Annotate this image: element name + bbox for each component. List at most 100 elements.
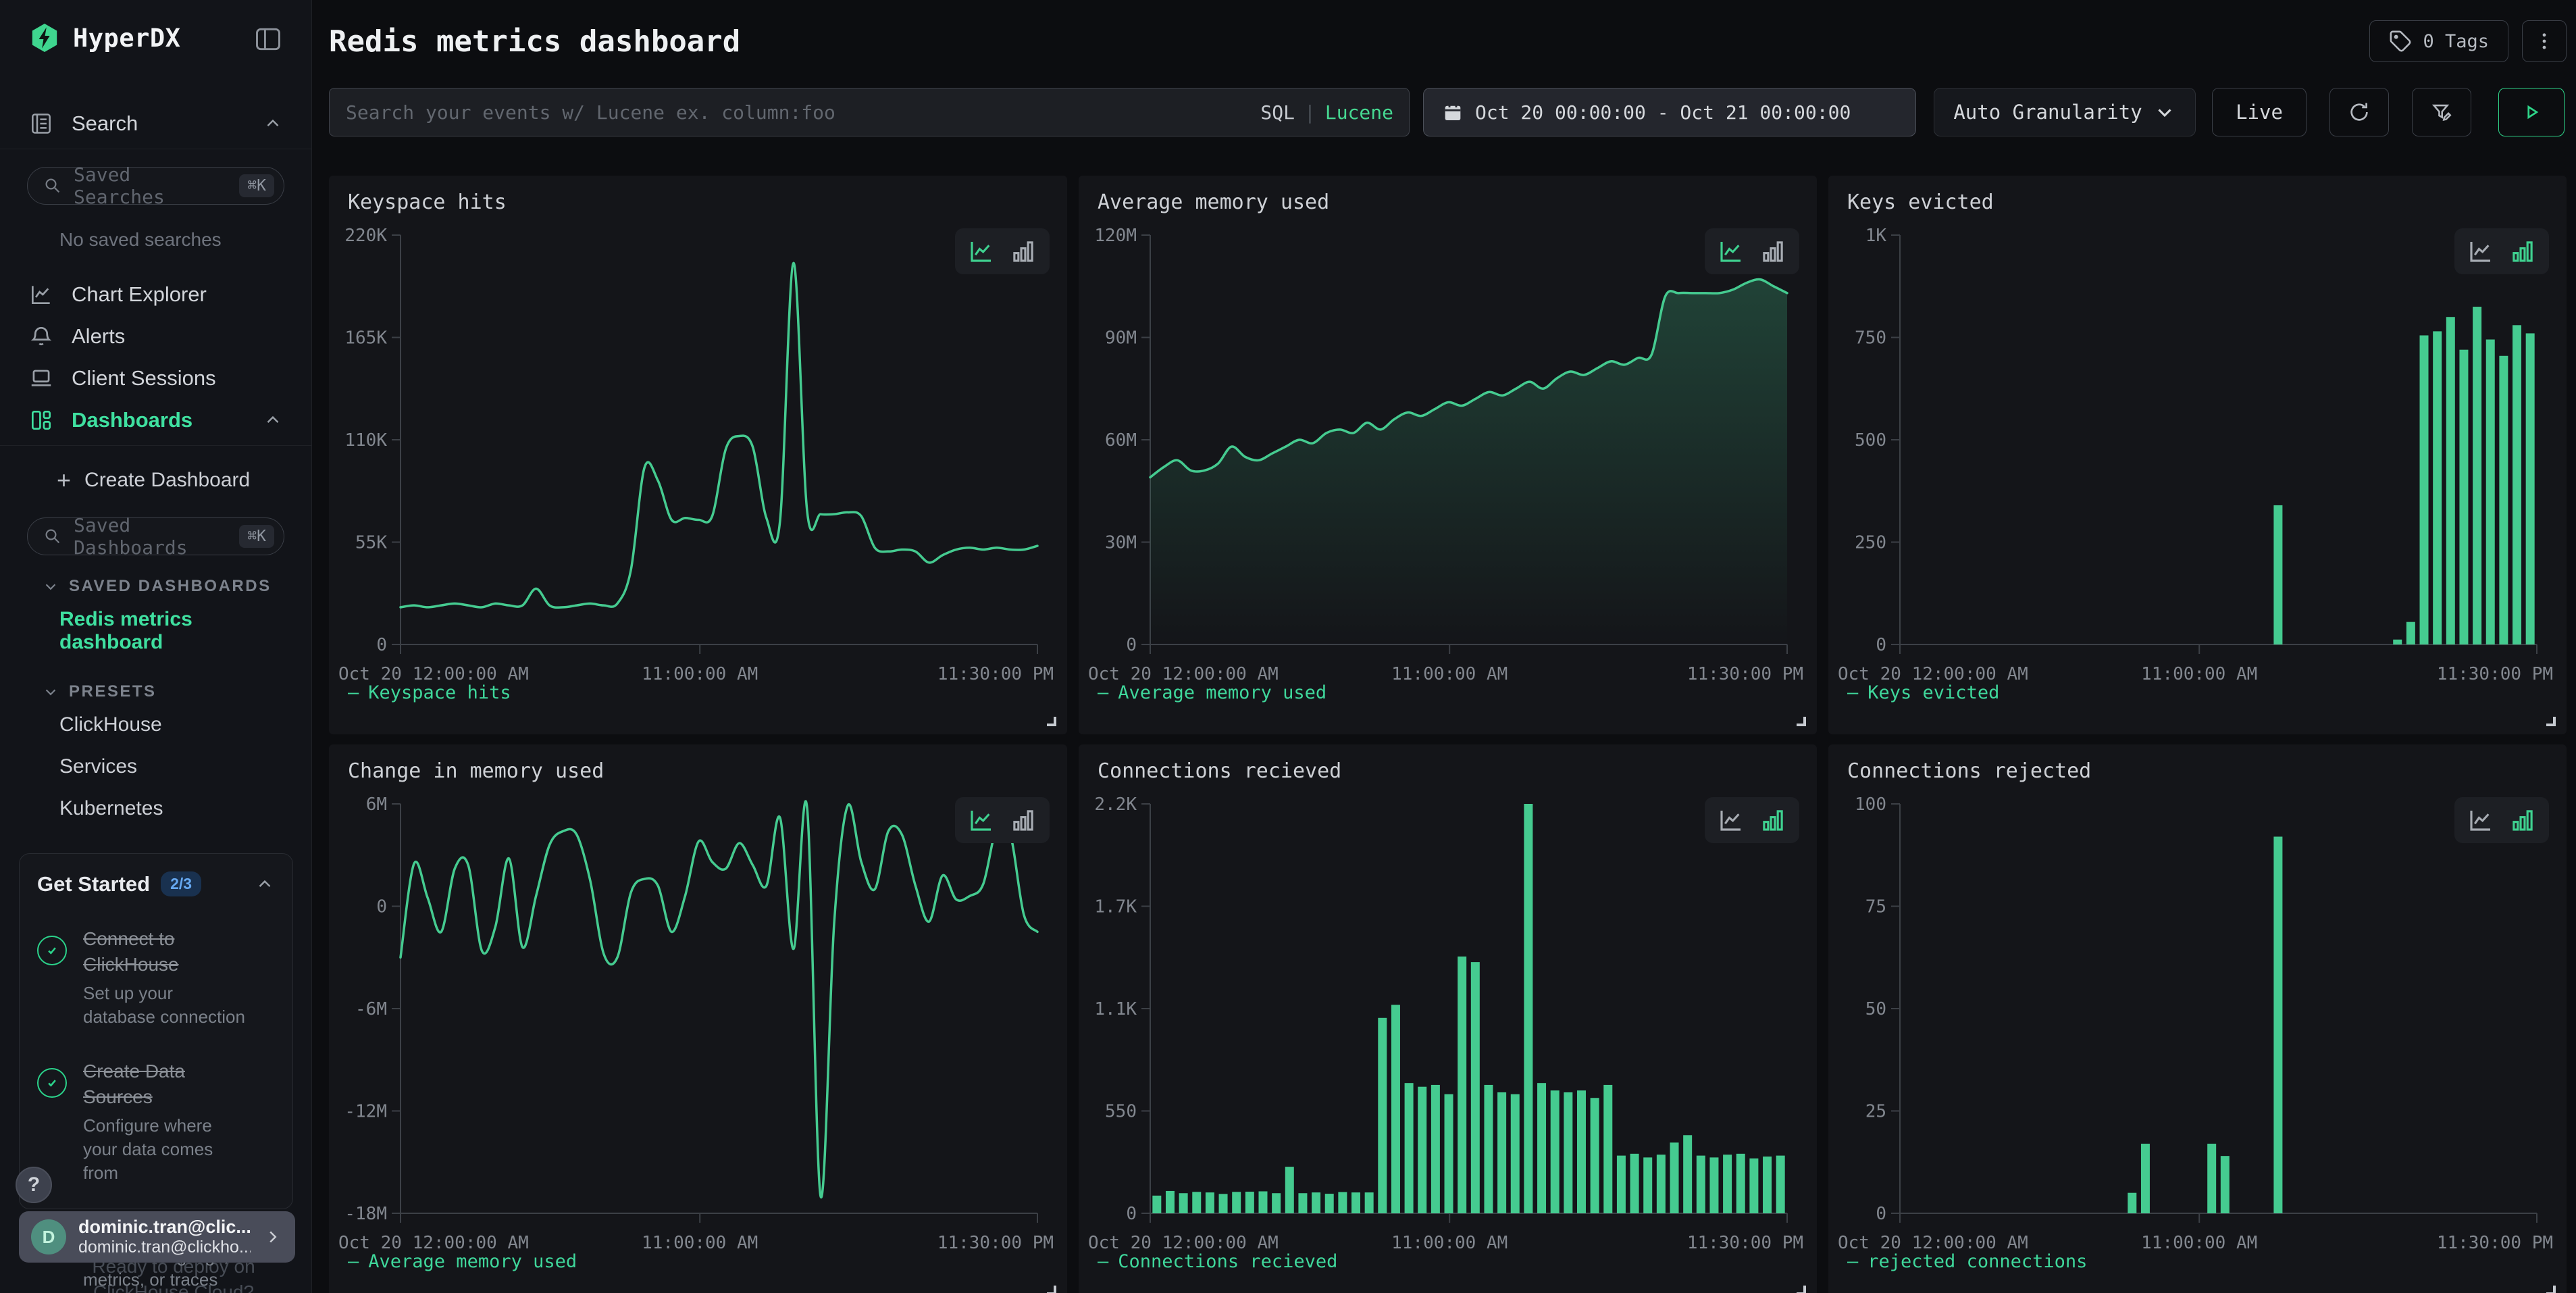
presets-header[interactable]: PRESETS — [0, 682, 311, 701]
query-language-switch[interactable]: SQL | Lucene — [1260, 88, 1393, 136]
resize-handle[interactable] — [1797, 1286, 1806, 1293]
resize-handle[interactable] — [1047, 1286, 1056, 1293]
step-title: Connect to ClickHouse — [83, 926, 238, 978]
sidebar-item-client-sessions[interactable]: Client Sessions — [0, 357, 311, 399]
saved-dashboards-header[interactable]: SAVED DASHBOARDS — [0, 577, 311, 596]
bar-chart-icon[interactable] — [2508, 806, 2537, 834]
no-saved-searches-text: No saved searches — [59, 229, 311, 251]
filter-button[interactable] — [2412, 88, 2471, 136]
svg-text:Oct 20 12:00:00 AM: Oct 20 12:00:00 AM — [338, 664, 529, 684]
svg-text:500: 500 — [1855, 430, 1886, 451]
shortcut-badge: ⌘K — [239, 525, 274, 548]
svg-text:250: 250 — [1855, 533, 1886, 553]
sidebar-collapse-icon[interactable] — [253, 24, 283, 51]
search-icon — [43, 176, 63, 196]
more-menu-button[interactable] — [2522, 20, 2567, 62]
svg-text:11:30:00 PM: 11:30:00 PM — [937, 1233, 1054, 1253]
resize-handle[interactable] — [1797, 717, 1806, 726]
granularity-label: Auto Granularity — [1953, 101, 2142, 124]
sidebar-item-search[interactable]: Search — [0, 103, 311, 145]
svg-text:220K: 220K — [344, 226, 387, 246]
chart-type-toggle — [1705, 228, 1799, 274]
chart-card-keyspace-hits: Keyspace hits 220K165K110K55K0Oct 20 12:… — [329, 176, 1067, 734]
bar-chart-icon[interactable] — [1009, 806, 1037, 834]
saved-searches-input[interactable]: Saved Searches ⌘K — [27, 167, 284, 205]
sidebar-item-clickhouse-preset[interactable]: ClickHouse — [0, 707, 311, 743]
svg-text:11:30:00 PM: 11:30:00 PM — [2437, 664, 2553, 684]
svg-text:-18M: -18M — [344, 1204, 387, 1224]
line-chart-icon[interactable] — [2467, 237, 2495, 265]
check-circle-icon — [37, 936, 67, 965]
tags-button[interactable]: 0 Tags — [2369, 20, 2508, 62]
lucene-toggle[interactable]: Lucene — [1325, 101, 1393, 124]
svg-text:11:30:00 PM: 11:30:00 PM — [2437, 1233, 2553, 1253]
live-button[interactable]: Live — [2212, 88, 2307, 136]
chart-type-toggle — [2454, 228, 2549, 274]
svg-text:0: 0 — [1876, 635, 1886, 655]
line-chart-icon[interactable] — [2467, 806, 2495, 834]
sidebar-item-dashboards[interactable]: Dashboards — [0, 399, 311, 441]
dashboard-grid: Keyspace hits 220K165K110K55K0Oct 20 12:… — [329, 176, 2567, 1293]
svg-text:11:00:00 AM: 11:00:00 AM — [642, 1233, 758, 1253]
line-chart-icon[interactable] — [967, 806, 996, 834]
play-icon — [2520, 101, 2543, 124]
resize-handle[interactable] — [1047, 717, 1056, 726]
svg-text:11:00:00 AM: 11:00:00 AM — [2141, 1233, 2257, 1253]
tags-label: 0 Tags — [2423, 31, 2489, 52]
get-started-panel: Get Started 2/3 Connect to ClickHouse Se… — [19, 853, 293, 1209]
check-circle-icon — [37, 1068, 67, 1098]
svg-text:0: 0 — [376, 635, 387, 655]
date-range-button[interactable]: Oct 20 00:00:00 - Oct 21 00:00:00 — [1423, 88, 1916, 136]
bar-chart-icon[interactable] — [1759, 806, 1787, 834]
sidebar-item-alerts[interactable]: Alerts — [0, 315, 311, 357]
chart-type-toggle — [2454, 797, 2549, 843]
svg-text:Oct 20 12:00:00 AM: Oct 20 12:00:00 AM — [1088, 664, 1279, 684]
svg-text:Oct 20 12:00:00 AM: Oct 20 12:00:00 AM — [1838, 1233, 2028, 1253]
event-search-input[interactable] — [329, 88, 1410, 136]
bar-chart-icon[interactable] — [2508, 237, 2537, 265]
user-menu[interactable]: D dominic.tran@clic... dominic.tran@clic… — [19, 1211, 295, 1263]
svg-text:11:00:00 AM: 11:00:00 AM — [1391, 664, 1508, 684]
sql-toggle[interactable]: SQL — [1260, 101, 1295, 124]
line-chart-icon[interactable] — [1717, 806, 1745, 834]
svg-text:1K: 1K — [1865, 226, 1887, 246]
sidebar-item-redis-dashboard[interactable]: Redis metrics dashboard — [0, 601, 311, 661]
chart-plot: 2.2K1.7K1.1K5500Oct 20 12:00:00 AM11:00:… — [1079, 785, 1817, 1266]
chart-legend: —Keyspace hits — [348, 682, 511, 703]
refresh-icon — [2348, 101, 2371, 124]
chart-title: Keyspace hits — [348, 191, 507, 214]
refresh-button[interactable] — [2329, 88, 2389, 136]
chevron-up-icon[interactable] — [255, 874, 275, 894]
get-started-step[interactable]: Connect to ClickHouse Set up your databa… — [37, 926, 275, 1029]
chart-card-connections-rejected: Connections rejected 1007550250Oct 20 12… — [1828, 744, 2567, 1293]
svg-text:60M: 60M — [1105, 430, 1137, 451]
resize-handle[interactable] — [2546, 717, 2556, 726]
sidebar-item-kubernetes-preset[interactable]: Kubernetes — [0, 790, 311, 827]
create-dashboard-button[interactable]: + Create Dashboard — [0, 461, 311, 500]
chart-type-toggle — [955, 228, 1050, 274]
chart-title: Keys evicted — [1847, 191, 1994, 214]
chart-legend: —Average memory used — [348, 1251, 577, 1272]
svg-text:Oct 20 12:00:00 AM: Oct 20 12:00:00 AM — [338, 1233, 529, 1253]
get-started-step[interactable]: Create Data Sources Configure where your… — [37, 1059, 275, 1185]
svg-text:90M: 90M — [1105, 328, 1137, 349]
chart-title: Average memory used — [1098, 191, 1329, 214]
chart-legend: —Connections recieved — [1098, 1251, 1337, 1272]
line-chart-icon[interactable] — [967, 237, 996, 265]
line-chart-icon[interactable] — [1717, 237, 1745, 265]
chevron-down-icon — [2153, 101, 2176, 124]
run-query-button[interactable] — [2498, 88, 2565, 136]
chart-plot: 1K7505002500Oct 20 12:00:00 AM11:00:00 A… — [1828, 216, 2567, 697]
logs-icon — [28, 111, 54, 136]
svg-text:120M: 120M — [1094, 226, 1137, 246]
sidebar-item-services-preset[interactable]: Services — [0, 749, 311, 785]
bar-chart-icon[interactable] — [1759, 237, 1787, 265]
sidebar-item-chart-explorer[interactable]: Chart Explorer — [0, 274, 311, 315]
chart-title: Connections rejected — [1847, 759, 2091, 783]
bar-chart-icon[interactable] — [1009, 237, 1037, 265]
chevron-right-icon — [263, 1227, 283, 1247]
resize-handle[interactable] — [2546, 1286, 2556, 1293]
help-button[interactable]: ? — [16, 1167, 52, 1203]
saved-dashboards-input[interactable]: Saved Dashboards ⌘K — [27, 517, 284, 555]
granularity-select[interactable]: Auto Granularity — [1934, 88, 2196, 136]
